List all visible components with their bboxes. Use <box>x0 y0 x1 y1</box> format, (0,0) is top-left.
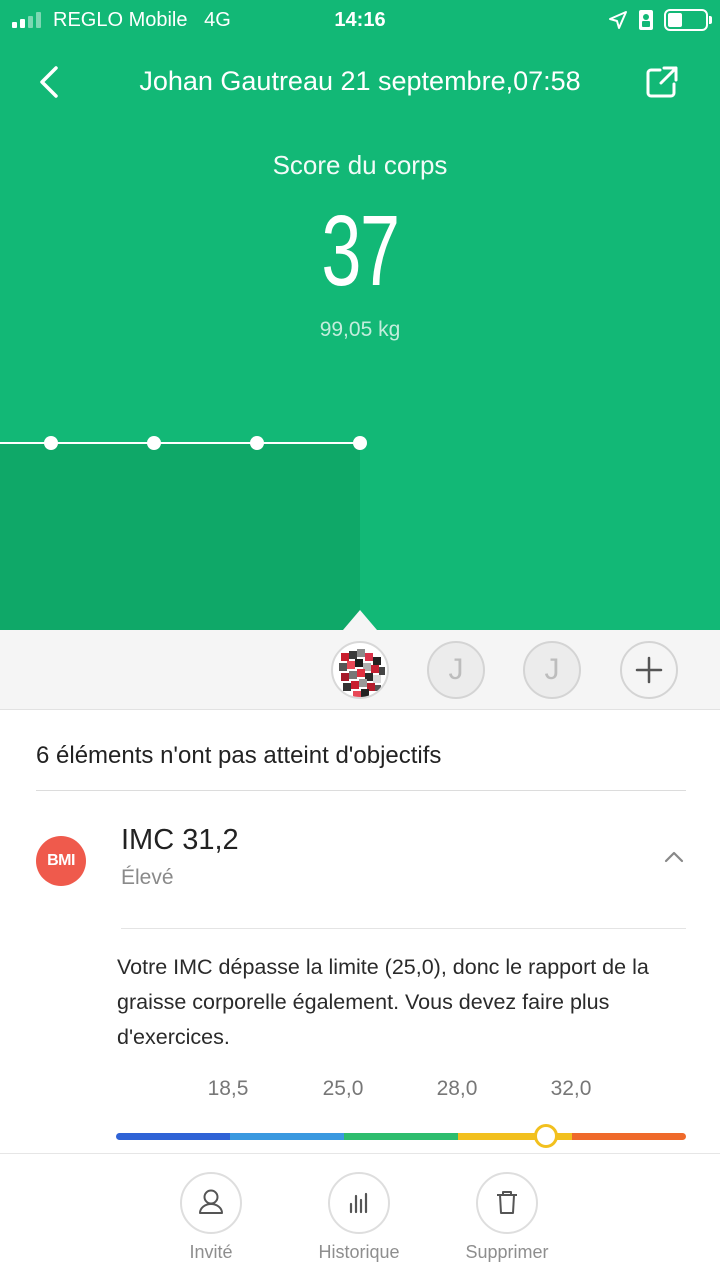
bmi-scale-segment <box>230 1133 344 1140</box>
bmi-description: Votre IMC dépasse la limite (25,0), donc… <box>117 955 649 1049</box>
portrait-lock-icon <box>639 10 653 30</box>
delete-label: Supprimer <box>465 1242 549 1262</box>
user-initial: J <box>544 653 560 686</box>
collapse-chevron-button[interactable] <box>660 846 688 866</box>
bmi-threshold-label: 28,0 <box>436 1077 478 1100</box>
bmi-threshold-label: 25,0 <box>322 1077 364 1100</box>
trend-point <box>147 436 161 450</box>
location-icon <box>609 11 627 29</box>
trend-area <box>0 443 360 630</box>
goals-summary: 6 éléments n'ont pas atteint d'objectifs <box>36 742 442 769</box>
bmi-threshold-label: 32,0 <box>550 1077 592 1100</box>
battery-icon <box>664 9 712 31</box>
bmi-scale-bar <box>116 1133 686 1140</box>
user-switcher: J J <box>0 630 720 710</box>
weight-value: 99,05 kg <box>319 318 401 341</box>
bmi-marker <box>534 1124 559 1148</box>
score-label: Score du corps <box>272 150 448 180</box>
user-avatar-current[interactable] <box>331 641 389 699</box>
chart-pointer <box>343 610 377 630</box>
guest-label: Invité <box>189 1242 233 1262</box>
trend-point <box>353 436 367 450</box>
bmi-title: IMC 31,2 <box>121 824 239 856</box>
divider <box>36 790 686 791</box>
plus-icon <box>635 656 663 684</box>
add-user-button[interactable] <box>620 641 678 699</box>
bmi-scale-segment <box>344 1133 458 1140</box>
page-title: Johan Gautreau 21 septembre,07:58 <box>139 66 581 96</box>
bottom-action-bar: Invité Historique Supprimer <box>0 1153 720 1280</box>
delete-button[interactable]: Supprimer <box>432 1172 582 1263</box>
bar-chart-icon <box>349 1192 368 1214</box>
body-score-value: 37 <box>321 195 400 307</box>
history-label: Historique <box>318 1242 400 1262</box>
user-initial: J <box>448 653 464 686</box>
bmi-threshold-label: 18,5 <box>207 1077 249 1100</box>
trend-chart[interactable] <box>0 420 720 630</box>
trend-point <box>250 436 264 450</box>
user-avatar-guest[interactable]: J <box>523 641 581 699</box>
bmi-scale-segment <box>572 1133 686 1140</box>
divider <box>121 928 686 929</box>
history-button[interactable]: Historique <box>284 1172 434 1263</box>
status-bar: REGLO Mobile 4G 14:16 <box>0 0 720 40</box>
person-icon <box>199 1189 223 1214</box>
avatar-photo <box>339 649 385 697</box>
bmi-status: Élevé <box>121 866 174 889</box>
bmi-scale-segment <box>116 1133 230 1140</box>
guest-button[interactable]: Invité <box>136 1172 286 1263</box>
nav-bar: Johan Gautreau 21 septembre,07:58 <box>0 52 720 112</box>
bmi-icon: BMI <box>36 836 86 886</box>
score-header: REGLO Mobile 4G 14:16 Johan Gautreau 21 … <box>0 0 720 630</box>
user-avatar-guest[interactable]: J <box>427 641 485 699</box>
share-button[interactable] <box>644 64 680 100</box>
trend-point <box>44 436 58 450</box>
trash-icon <box>497 1191 517 1214</box>
